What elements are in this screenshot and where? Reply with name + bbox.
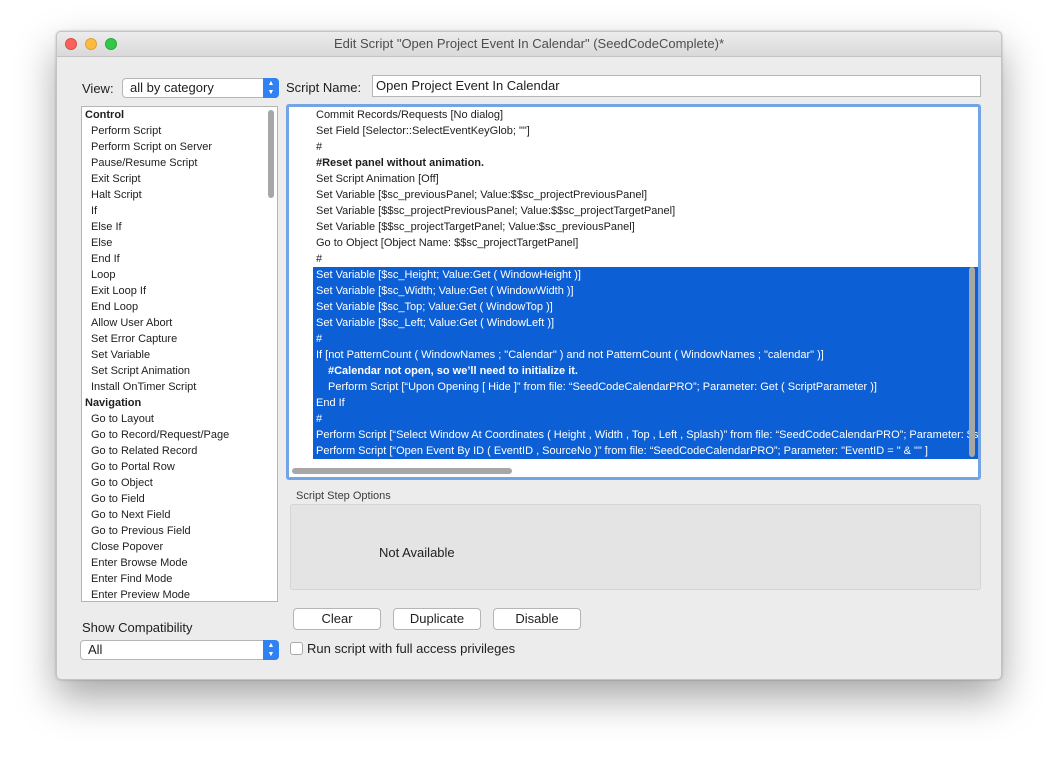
script-line[interactable]: Set Variable [$$sc_projectTargetPanel; V… [289,219,978,235]
step-item[interactable]: Loop [82,267,277,283]
step-item[interactable]: End If [82,251,277,267]
script-steps-items: Control Perform Script Perform Script on S… [82,107,277,601]
step-item[interactable]: Enter Find Mode [82,571,277,587]
step-category: Control [85,109,125,121]
step-item[interactable]: Perform Script on Server [82,139,277,155]
step-item[interactable]: Else If [82,219,277,235]
script-name-field[interactable]: Open Project Event In Calendar [372,75,981,97]
step-item[interactable]: Install OnTimer Script [82,379,277,395]
step-item[interactable]: Exit Loop If [82,283,277,299]
script-line-selected[interactable]: Set Variable [$sc_Height; Value:Get ( Wi… [313,267,978,283]
script-line-selected[interactable]: # [313,331,978,347]
view-popup-value: all by category [130,80,214,95]
script-line[interactable]: Set Field [Selector::SelectEventKeyGlob;… [289,123,978,139]
script-line-selected[interactable]: Perform Script [“Open Event By ID ( Even… [313,443,978,459]
step-item[interactable]: Allow User Abort [82,315,277,331]
view-popup[interactable]: all by category ▲ ▼ [122,78,279,98]
script-name-label: Script Name: [286,80,362,95]
step-category: Navigation [85,397,142,409]
full-access-checkbox[interactable] [290,642,303,655]
compatibility-popup-value: All [88,642,103,657]
step-item[interactable]: Perform Script [82,123,277,139]
step-item[interactable]: Go to Object [82,475,277,491]
step-item[interactable]: Halt Script [82,187,277,203]
script-line[interactable]: Set Variable [$sc_previousPanel; Value:$… [289,187,978,203]
compatibility-popup[interactable]: All ▲ ▼ [80,640,279,660]
edit-script-window: Edit Script "Open Project Event In Calen… [56,31,1002,680]
step-item[interactable]: End Loop [82,299,277,315]
script-line[interactable]: Set Variable [$$sc_projectPreviousPanel;… [289,203,978,219]
editor-hscroll-thumb[interactable] [292,468,512,474]
script-line-selected[interactable]: If [not PatternCount ( WindowNames ; "Ca… [313,347,978,363]
step-item[interactable]: Pause/Resume Script [82,155,277,171]
script-line[interactable]: Go to Object [Object Name: $$sc_projectT… [289,235,978,251]
script-line[interactable]: # [289,139,978,155]
script-line-selected[interactable]: # [313,411,978,427]
script-editor[interactable]: Commit Records/Requests [No dialog] Set F… [286,104,981,480]
script-line-selected[interactable]: Set Variable [$sc_Left; Value:Get ( Wind… [313,315,978,331]
step-item[interactable]: If [82,203,277,219]
popup-chevron-icon: ▲ ▼ [263,78,279,98]
duplicate-button[interactable]: Duplicate [393,608,481,630]
step-options-value: Not Available [379,545,455,560]
step-options-panel: Not Available [290,504,981,590]
popup-chevron-icon: ▲ ▼ [263,640,279,660]
step-item[interactable]: Set Script Animation [82,363,277,379]
script-steps-list[interactable]: Control Perform Script Perform Script on S… [81,106,278,602]
step-item[interactable]: Go to Record/Request/Page [82,427,277,443]
step-item[interactable]: Else [82,235,277,251]
step-item[interactable]: Go to Next Field [82,507,277,523]
script-line-selected[interactable]: Set Variable [$sc_Top; Value:Get ( Windo… [313,299,978,315]
step-item[interactable]: Go to Field [82,491,277,507]
step-item[interactable]: Set Error Capture [82,331,277,347]
view-label: View: [82,81,114,96]
script-line[interactable]: #Reset panel without animation. [289,155,978,171]
script-line-selected[interactable]: Perform Script [“Upon Opening [ Hide ]” … [313,379,978,395]
step-item[interactable]: Go to Related Record [82,443,277,459]
script-line[interactable]: Commit Records/Requests [No dialog] [289,107,978,123]
step-item[interactable]: Go to Previous Field [82,523,277,539]
clear-button[interactable]: Clear [293,608,381,630]
step-item[interactable]: Enter Preview Mode [82,587,277,601]
title-bar[interactable]: Edit Script "Open Project Event In Calen… [57,32,1001,57]
full-access-label: Run script with full access privileges [307,641,516,656]
disable-button[interactable]: Disable [493,608,581,630]
step-item[interactable]: Close Popover [82,539,277,555]
editor-vscroll-thumb[interactable] [969,267,975,457]
step-item[interactable]: Go to Layout [82,411,277,427]
step-options-label: Script Step Options [296,490,391,502]
step-item[interactable]: Go to Portal Row [82,459,277,475]
script-lines: Commit Records/Requests [No dialog] Set F… [289,107,978,459]
script-line-selected[interactable]: #Calendar not open, so we’ll need to ini… [313,363,978,379]
script-line-selected[interactable]: End If [313,395,978,411]
script-line-selected[interactable]: Set Variable [$sc_Width; Value:Get ( Win… [313,283,978,299]
script-line[interactable]: # [289,251,978,267]
window-title: Edit Script "Open Project Event In Calen… [333,36,725,51]
step-item[interactable]: Enter Browse Mode [82,555,277,571]
show-compatibility-label: Show Compatibility [82,620,193,635]
script-line-selected[interactable]: Perform Script [“Select Window At Coordi… [313,427,978,443]
step-item[interactable]: Set Variable [82,347,277,363]
step-item[interactable]: Exit Script [82,171,277,187]
script-line[interactable]: Set Script Animation [Off] [289,171,978,187]
steps-scrollbar-thumb[interactable] [268,110,274,198]
